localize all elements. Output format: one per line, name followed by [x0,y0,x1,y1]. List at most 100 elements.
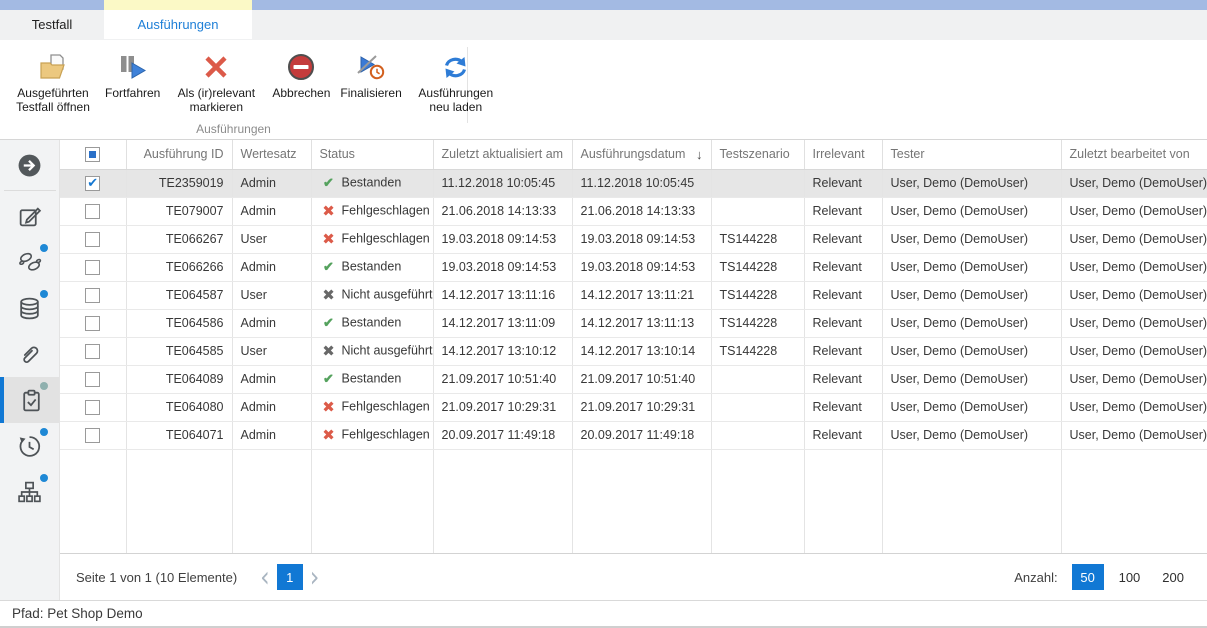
table-row[interactable]: TE064080 Admin ✖Fehlgeschlagen 21.09.201… [60,393,1207,421]
row-checkbox[interactable] [85,428,100,443]
table-filler-row [60,449,1207,553]
row-checkbox[interactable] [85,288,100,303]
status-label: Bestanden [342,371,402,385]
table-row[interactable]: TE079007 Admin ✖Fehlgeschlagen 21.06.201… [60,197,1207,225]
cell-ausfuehrung-id: TE064080 [126,393,232,421]
column-header-ausfuehrung-id[interactable]: Ausführung ID [126,140,232,169]
finalize-button[interactable]: Finalisieren [336,46,405,102]
cell-wertesatz: Admin [232,393,311,421]
continue-button[interactable]: Fortfahren [101,46,164,102]
column-header-ausfuehrungsdatum[interactable]: Ausführungsdatum ↓ [572,140,711,169]
row-checkbox-cell [60,421,126,449]
no-entry-icon [287,48,315,86]
select-all-header-cell [60,140,126,169]
cell-ausfuehrungsdatum: 21.09.2017 10:51:40 [572,365,711,393]
page-size-option-200[interactable]: 200 [1155,564,1191,590]
cell-ausfuehrungsdatum: 14.12.2017 13:10:14 [572,337,711,365]
cell-ausfuehrung-id: TE064585 [126,337,232,365]
page-size-option-50[interactable]: 50 [1072,564,1104,590]
cell-irrelevant: Relevant [804,421,882,449]
row-checkbox[interactable] [85,372,100,387]
status-icon: ✖ [320,230,338,248]
row-checkbox-cell [60,309,126,337]
footsteps-icon [17,249,43,275]
collapse-sidebar-button[interactable] [0,142,59,188]
pagination-bar: Seite 1 von 1 (10 Elemente) ‹ 1 › Anzahl… [60,553,1207,600]
page-number-button[interactable]: 1 [277,564,303,590]
cell-status: ✔ Bestanden [311,365,433,393]
row-checkbox-cell [60,337,126,365]
sidebar-item-data[interactable] [0,285,59,331]
sidebar-item-edit[interactable] [0,193,59,239]
row-checkbox[interactable] [85,204,100,219]
row-checkbox[interactable] [85,400,100,415]
cell-status: ✖Fehlgeschlagen [311,393,433,421]
table-row[interactable]: TE064071 Admin ✖Fehlgeschlagen 20.09.201… [60,421,1207,449]
cancel-button[interactable]: Abbrechen [268,46,334,102]
sidebar-item-executions[interactable] [0,377,59,423]
sidebar-item-steps[interactable] [0,239,59,285]
previous-page-button[interactable]: ‹ [260,563,270,592]
app-window: Testfall Ausführungen Ausgeführten Testf… [0,0,1207,628]
open-executed-testcase-button[interactable]: Ausgeführten Testfall öffnen [7,46,99,116]
cell-irrelevant: Relevant [804,253,882,281]
table-row[interactable]: TE066266 Admin ✔Bestanden 19.03.2018 09:… [60,253,1207,281]
row-checkbox[interactable] [85,344,100,359]
cell-ausfuehrung-id: TE064587 [126,281,232,309]
column-header-zuletzt-aktualisiert[interactable]: Zuletzt aktualisiert am [433,140,572,169]
cell-ausfuehrungsdatum: 14.12.2017 13:11:21 [572,281,711,309]
left-sidebar [0,140,60,600]
cell-zuletzt-aktualisiert: 21.09.2017 10:29:31 [433,393,572,421]
column-header-testszenario[interactable]: Testszenario [711,140,804,169]
row-checkbox[interactable] [85,232,100,247]
table-row[interactable]: TE064585 User ✖Nicht ausgeführt 14.12.20… [60,337,1207,365]
row-checkbox[interactable] [85,260,100,275]
table-row[interactable]: TE064089 Admin ✔Bestanden 21.09.2017 10:… [60,365,1207,393]
column-header-irrelevant[interactable]: Irrelevant [804,140,882,169]
cell-ausfuehrung-id: TE064071 [126,421,232,449]
cell-status: ✔Bestanden [311,309,433,337]
table-row[interactable]: TE064587 User ✖Nicht ausgeführt 14.12.20… [60,281,1207,309]
status-icon: ✔ [320,371,338,387]
row-checkbox[interactable] [85,316,100,331]
cell-wertesatz: Admin [232,197,311,225]
row-checkbox[interactable] [85,176,100,191]
cell-zuletzt-bearbeitet: User, Demo (DemoUser) [1061,337,1207,365]
table-row[interactable]: TE066267 User ✖Fehlgeschlagen 19.03.2018… [60,225,1207,253]
cell-ausfuehrungsdatum: 11.12.2018 10:05:45 [572,169,711,197]
sidebar-item-attachments[interactable] [0,331,59,377]
column-header-status[interactable]: Status [311,140,433,169]
cell-testszenario [711,421,804,449]
row-checkbox-cell [60,197,126,225]
tab-ausfuehrungen[interactable]: Ausführungen [104,10,252,39]
next-page-button[interactable]: › [310,563,320,592]
row-checkbox-cell [60,225,126,253]
history-icon [17,434,42,459]
tab-testfall[interactable]: Testfall [0,10,104,39]
cell-testszenario [711,365,804,393]
status-label: Fehlgeschlagen [342,203,430,217]
table-row[interactable]: TE064586 Admin ✔Bestanden 14.12.2017 13:… [60,309,1207,337]
cell-wertesatz: Admin [232,253,311,281]
column-header-tester[interactable]: Tester [882,140,1061,169]
status-icon: ✔ [320,259,338,275]
mark-irrelevant-button[interactable]: Als (ir)relevant markieren [166,46,266,116]
sidebar-item-hierarchy[interactable] [0,469,59,515]
active-tab-highlight-strip [104,0,252,10]
notification-badge [40,382,48,390]
page-size-option-100[interactable]: 100 [1112,564,1148,590]
cell-zuletzt-aktualisiert: 14.12.2017 13:11:16 [433,281,572,309]
executions-table-body: TE2359019 Admin ✔Bestanden 11.12.2018 10… [60,169,1207,449]
cell-tester: User, Demo (DemoUser) [882,169,1061,197]
status-label: Fehlgeschlagen [342,427,430,441]
select-all-checkbox[interactable] [85,147,100,162]
notification-badge [40,290,48,298]
column-header-wertesatz[interactable]: Wertesatz [232,140,311,169]
status-label: Bestanden [342,175,402,189]
status-label: Nicht ausgeführt [342,287,433,301]
clipboard-check-icon [19,388,44,413]
column-header-zuletzt-bearbeitet[interactable]: Zuletzt bearbeitet von [1061,140,1207,169]
sidebar-item-history[interactable] [0,423,59,469]
reload-executions-button[interactable]: Ausführungen neu laden [408,46,504,116]
table-row[interactable]: TE2359019 Admin ✔Bestanden 11.12.2018 10… [60,169,1207,197]
